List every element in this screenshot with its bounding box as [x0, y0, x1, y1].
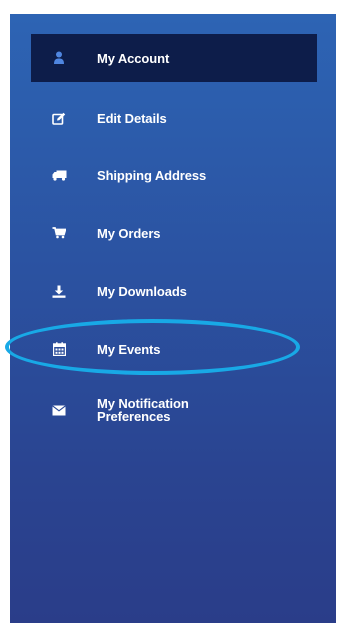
- user-icon: [51, 50, 67, 66]
- sidebar-item-my-downloads[interactable]: My Downloads: [31, 281, 317, 301]
- sidebar-item-my-events[interactable]: My Events: [31, 339, 317, 359]
- sidebar-item-shipping-address[interactable]: Shipping Address: [31, 165, 317, 185]
- sidebar-item-label: My Events: [97, 341, 161, 357]
- account-sidebar: My Account Edit Details Shipping Address…: [10, 14, 336, 623]
- truck-icon: [51, 167, 67, 183]
- sidebar-item-label: My Downloads: [97, 283, 187, 299]
- sidebar-item-edit-details[interactable]: Edit Details: [31, 108, 317, 128]
- sidebar-item-label: My Orders: [97, 225, 161, 241]
- sidebar-item-label: My Notification Preferences: [97, 396, 189, 424]
- download-icon: [51, 283, 67, 299]
- sidebar-item-my-notification-preferences[interactable]: My Notification Preferences: [31, 395, 317, 425]
- sidebar-item-label: My Account: [97, 50, 170, 66]
- calendar-icon: [51, 341, 67, 357]
- sidebar-item-my-account[interactable]: My Account: [31, 34, 317, 82]
- cart-icon: [51, 225, 67, 241]
- sidebar-item-label: Edit Details: [97, 110, 167, 126]
- sidebar-item-my-orders[interactable]: My Orders: [31, 223, 317, 243]
- sidebar-item-label: Shipping Address: [97, 167, 207, 183]
- edit-icon: [51, 110, 67, 126]
- envelope-icon: [51, 402, 67, 418]
